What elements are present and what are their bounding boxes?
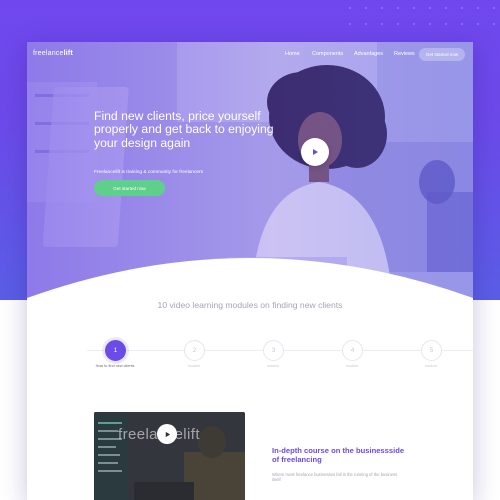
dot-pattern-decoration <box>349 7 495 25</box>
modules-heading: 10 video learning modules on finding new… <box>157 300 343 310</box>
nav-link-home[interactable]: Home <box>285 51 300 57</box>
play-icon <box>313 149 318 155</box>
logo-suffix: lift <box>63 50 73 57</box>
logo[interactable]: freelancelift <box>33 50 73 57</box>
hero-section: freelancelift Home Components Advantages… <box>27 42 473 302</box>
module-step-2[interactable]: 2 <box>184 340 205 361</box>
module-step-3-label: module <box>266 364 280 368</box>
hero-title: Find new clients, price yourself properl… <box>94 109 274 150</box>
module-step-4[interactable]: 4 <box>342 340 363 361</box>
module-step-3[interactable]: 3 <box>263 340 284 361</box>
play-icon <box>165 431 170 437</box>
course-description: Where most freelance businesses fail is … <box>272 472 398 483</box>
hero-get-started-button[interactable]: Get started now <box>94 180 165 196</box>
landing-page-frame: freelancelift Home Components Advantages… <box>27 42 473 500</box>
hero-bottom-curve <box>27 258 473 302</box>
logo-prefix: freelance <box>33 50 64 57</box>
nav-link-advantages[interactable]: Advantages <box>354 51 383 57</box>
course-heading: In-depth course on the businessside of f… <box>272 446 405 464</box>
nav-link-components[interactable]: Components <box>312 51 343 57</box>
module-step-1-label: How to find new clients <box>95 364 135 368</box>
nav-link-reviews[interactable]: Reviews <box>394 51 415 57</box>
module-step-4-label: module <box>345 364 359 368</box>
top-navigation: freelancelift Home Components Advantages… <box>27 42 473 70</box>
hero-subtitle: Freelancelift is training & community fo… <box>94 170 204 175</box>
module-step-2-label: module <box>187 364 201 368</box>
module-step-5-label: module <box>424 364 438 368</box>
hero-play-button[interactable] <box>301 138 329 166</box>
module-step-5[interactable]: 5 <box>421 340 442 361</box>
module-step-1[interactable]: 1 <box>105 340 126 361</box>
nav-get-started-button[interactable]: Get started now <box>419 48 465 61</box>
video-play-button[interactable] <box>157 424 177 444</box>
